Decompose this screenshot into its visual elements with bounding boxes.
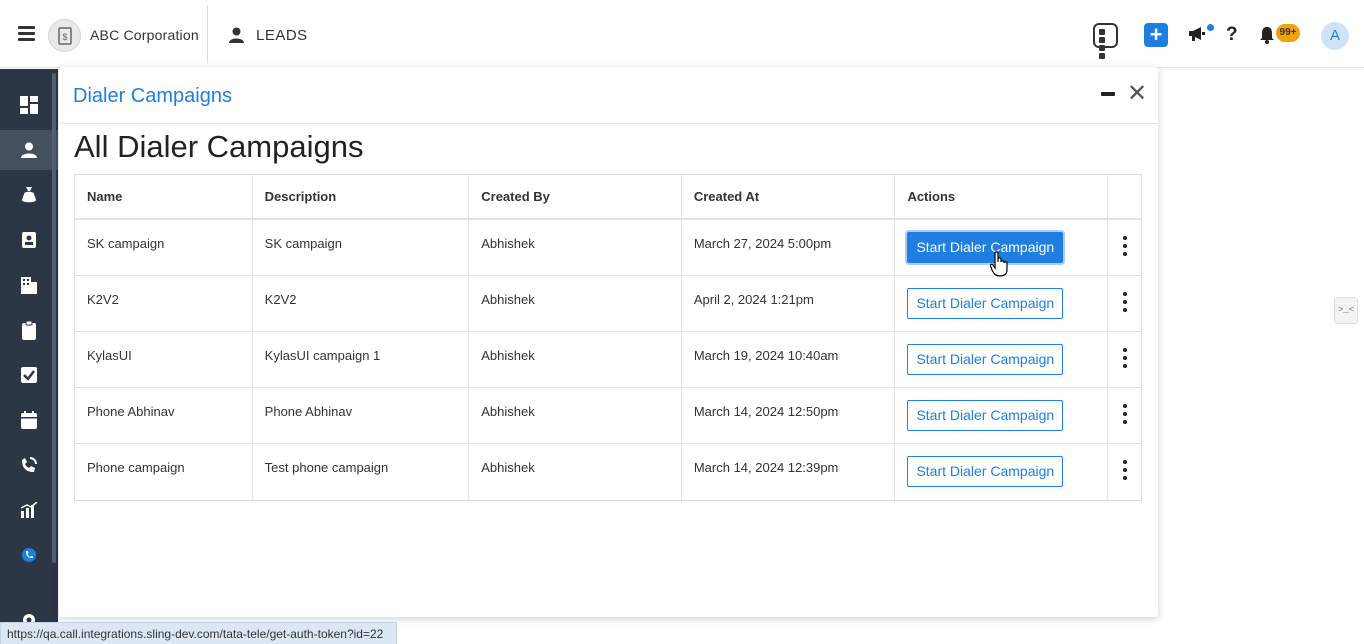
column-header-menu (1108, 175, 1141, 218)
table-row[interactable]: K2V2 K2V2 Abhishek April 2, 2024 1:21pm … (75, 276, 1141, 332)
header-divider (207, 5, 208, 63)
cell-name: Phone campaign (75, 444, 253, 500)
apps-grid-icon[interactable] (1093, 23, 1118, 59)
campaigns-table: Name Description Created By Created At A… (74, 174, 1142, 501)
cell-actions: Start Dialer Campaign (895, 276, 1109, 331)
avatar[interactable]: A (1321, 22, 1349, 50)
cell-created-at: March 14, 2024 12:50pm (682, 388, 896, 443)
cell-name: Phone Abhinav (75, 388, 253, 443)
cell-created-at: March 19, 2024 10:40am (682, 332, 896, 387)
leads-icon[interactable] (0, 130, 58, 170)
company-name[interactable]: ABC Corporation (90, 27, 199, 43)
notification-badge: 99+ (1276, 24, 1300, 42)
megaphone-icon[interactable] (1188, 26, 1206, 47)
sidebar (0, 69, 58, 644)
cell-created-at: April 2, 2024 1:21pm (682, 276, 896, 331)
cell-name: KylasUI (75, 332, 253, 387)
cell-description: SK campaign (253, 220, 470, 275)
start-dialer-campaign-button[interactable]: Start Dialer Campaign (907, 232, 1064, 263)
table-row[interactable]: KylasUI KylasUI campaign 1 Abhishek Marc… (75, 332, 1141, 388)
cell-name: K2V2 (75, 276, 253, 331)
browser-status-url: https://qa.call.integrations.sling-dev.c… (0, 622, 397, 644)
bell-icon[interactable] (1259, 26, 1275, 49)
cell-created-by: Abhishek (469, 444, 682, 500)
reports-chart-icon[interactable] (0, 490, 58, 530)
cell-description: KylasUI campaign 1 (253, 332, 470, 387)
table-header-row: Name Description Created By Created At A… (75, 175, 1141, 220)
cell-created-by: Abhishek (469, 220, 682, 275)
cell-actions: Start Dialer Campaign (895, 388, 1109, 443)
cell-actions: Start Dialer Campaign (895, 444, 1109, 500)
row-menu-icon[interactable] (1108, 388, 1141, 443)
task-check-icon[interactable] (0, 355, 58, 395)
cell-created-by: Abhishek (469, 276, 682, 331)
close-icon[interactable]: ✕ (1127, 81, 1147, 107)
start-dialer-campaign-button[interactable]: Start Dialer Campaign (907, 344, 1064, 375)
page-heading: All Dialer Campaigns (74, 129, 364, 164)
modal-title: Dialer Campaigns (73, 85, 232, 107)
column-header-created-by[interactable]: Created By (469, 175, 682, 218)
clipboard-icon[interactable] (0, 310, 58, 350)
phone-signal-icon[interactable] (0, 445, 58, 485)
row-menu-icon[interactable] (1108, 276, 1141, 331)
calendar-icon[interactable] (0, 400, 58, 440)
table-row[interactable]: Phone campaign Test phone campaign Abhis… (75, 444, 1141, 500)
start-dialer-campaign-button[interactable]: Start Dialer Campaign (907, 288, 1064, 319)
cell-created-by: Abhishek (469, 388, 682, 443)
company-building-icon[interactable] (0, 265, 58, 305)
row-menu-icon[interactable] (1108, 332, 1141, 387)
sidebar-scrollbar[interactable] (52, 73, 56, 563)
announcement-dot (1207, 24, 1214, 31)
column-header-description[interactable]: Description (253, 175, 470, 218)
cell-actions: Start Dialer Campaign (895, 332, 1109, 387)
row-menu-icon[interactable] (1108, 444, 1141, 500)
minimize-icon[interactable] (1101, 92, 1115, 96)
dashboard-icon[interactable] (0, 85, 58, 125)
cell-created-at: March 14, 2024 12:39pm (682, 444, 896, 500)
cell-description: K2V2 (253, 276, 470, 331)
table-row[interactable]: Phone Abhinav Phone Abhinav Abhishek Mar… (75, 388, 1141, 444)
side-panel-toggle[interactable]: >_< (1334, 297, 1358, 324)
company-logo[interactable]: $ (48, 19, 81, 52)
cell-created-by: Abhishek (469, 332, 682, 387)
modal-header: Dialer Campaigns ✕ (59, 67, 1158, 124)
column-header-name[interactable]: Name (75, 175, 253, 218)
table-row[interactable]: SK campaign SK campaign Abhishek March 2… (75, 220, 1141, 276)
add-icon[interactable]: + (1144, 23, 1168, 47)
start-dialer-campaign-button[interactable]: Start Dialer Campaign (907, 400, 1064, 431)
module-title: LEADS (256, 27, 308, 44)
dialer-phone-icon[interactable] (0, 535, 58, 575)
help-icon[interactable]: ? (1226, 24, 1238, 46)
column-header-actions: Actions (895, 175, 1109, 218)
cell-created-at: March 27, 2024 5:00pm (682, 220, 896, 275)
column-header-created-at[interactable]: Created At (682, 175, 896, 218)
row-menu-icon[interactable] (1108, 220, 1141, 275)
contact-card-icon[interactable] (0, 220, 58, 260)
dialer-campaigns-modal: Dialer Campaigns ✕ All Dialer Campaigns … (59, 67, 1158, 617)
cell-description: Test phone campaign (253, 444, 470, 500)
hamburger-menu-icon[interactable] (18, 26, 35, 41)
user-icon (229, 27, 244, 48)
svg-text:$: $ (62, 32, 67, 42)
start-dialer-campaign-button[interactable]: Start Dialer Campaign (907, 456, 1064, 487)
money-bag-icon[interactable] (0, 175, 58, 215)
cell-description: Phone Abhinav (253, 388, 470, 443)
cell-name: SK campaign (75, 220, 253, 275)
hand-cursor-icon (989, 251, 1008, 282)
top-header: $ ABC Corporation LEADS + ? 99+ A (0, 0, 1364, 68)
